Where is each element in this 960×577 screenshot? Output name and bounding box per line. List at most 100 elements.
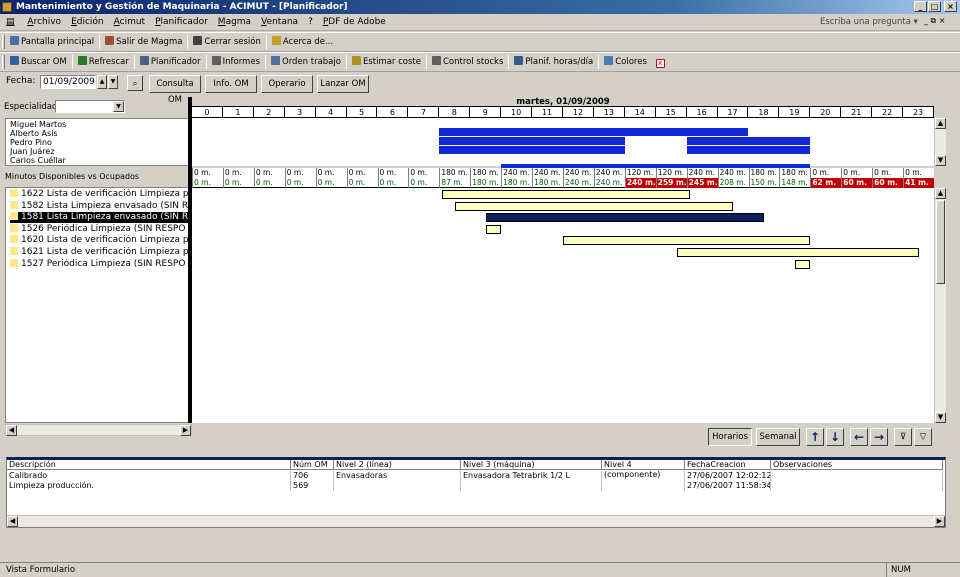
task-bar[interactable]	[485, 224, 502, 234]
task-row[interactable]: 1527 Periódica Limpieza (SIN RESPO	[10, 258, 194, 270]
date-next-button[interactable]: ▼	[108, 75, 118, 89]
task-vscrollbar[interactable]: ▲ ▼	[934, 188, 946, 423]
toolbar-button-calendar[interactable]: Planif. horas/día	[511, 53, 596, 71]
toolbar-button-key[interactable]: Cerrar sesión	[190, 33, 263, 51]
grid-cell[interactable]	[771, 471, 943, 481]
task-row[interactable]: 1581 Lista Limpieza envasado (SIN R	[10, 212, 194, 224]
task-row[interactable]: 1582 Lista Limpieza envasado (SIN R	[10, 200, 194, 212]
scroll-down-icon[interactable]: ▼	[935, 155, 946, 166]
grid-column-header[interactable]: Núm OM	[291, 460, 334, 470]
task-bar[interactable]	[794, 259, 811, 269]
grid-cell[interactable]: 27/06/2007 11:58:34	[685, 481, 771, 491]
grid-cell[interactable]	[602, 481, 685, 491]
filter-icon[interactable]: ▽	[914, 428, 932, 446]
resource-bar[interactable]	[439, 128, 749, 136]
grid-cell[interactable]: Calibrado	[7, 471, 291, 481]
resource-vscrollbar[interactable]: ▲ ▼	[934, 118, 946, 166]
grid-column-header[interactable]: Nivel 2 (línea)	[334, 460, 461, 470]
scroll-left-icon[interactable]: ◀	[7, 516, 18, 527]
grid-cell[interactable]: Envasadora Tetrabrik 1/2 L	[461, 471, 602, 481]
toolbar-grip[interactable]	[2, 35, 5, 49]
mdi-window-controls[interactable]: _ ⧉ ×	[924, 16, 946, 26]
fecha-input[interactable]: 01/09/2009	[40, 75, 96, 89]
task-bar[interactable]	[677, 248, 919, 257]
calendar-search-button[interactable]: ⌕	[127, 75, 143, 91]
menu-item-5[interactable]: Ventana	[256, 14, 303, 31]
close-window-button[interactable]: ×	[944, 1, 957, 12]
scroll-up-icon[interactable]: ▲	[935, 118, 946, 129]
lanzar-om-button[interactable]: Lanzar OM	[317, 75, 369, 93]
grid-cell[interactable]	[602, 471, 685, 481]
grid-column-header[interactable]: FechaCreacion	[685, 460, 771, 470]
arrow-right-icon[interactable]: →	[870, 428, 888, 446]
task-row[interactable]: 1526 Periódica Limpieza (SIN RESPO	[10, 223, 194, 235]
toolbar-button-wrench[interactable]: Control stocks	[429, 53, 506, 71]
chevron-down-icon[interactable]: ▼	[113, 101, 124, 112]
toolbar-button-info[interactable]: Acerca de...	[269, 33, 336, 51]
date-prev-button[interactable]: ▲	[97, 75, 107, 89]
resource-bar[interactable]	[686, 146, 811, 154]
task-bar[interactable]	[454, 201, 734, 211]
scroll-right-icon[interactable]: ▶	[180, 425, 191, 436]
toolbar-button-printer[interactable]: Informes	[209, 53, 263, 71]
scroll-right-icon[interactable]: ▶	[934, 516, 945, 527]
toolbar-button-exit[interactable]: Salir de Magma	[102, 33, 185, 51]
grid-cell[interactable]: Limpieza producción.	[7, 481, 291, 491]
especialidad-select[interactable]: ▼	[55, 100, 125, 113]
grid-column-header[interactable]: Nivel 4 (componente)	[602, 460, 685, 479]
maximize-button[interactable]: □	[928, 1, 941, 12]
toolbar-button-planner[interactable]: Planificador	[137, 53, 204, 71]
task-row[interactable]: 1622 Lista de verificación Limpieza pr	[10, 189, 194, 200]
info-om-button[interactable]: Info. OM	[205, 75, 257, 93]
grid-cell[interactable]: 569	[291, 481, 334, 491]
task-row[interactable]: 1621 Lista de verificación Limpieza pr	[10, 247, 194, 258]
scroll-left-icon[interactable]: ◀	[6, 425, 17, 436]
grid-hscrollbar[interactable]: ◀ ▶	[7, 515, 945, 527]
fecha-spinner[interactable]: ▲ ▼	[97, 75, 119, 89]
scroll-up-icon[interactable]: ▲	[935, 188, 946, 199]
grid-cell[interactable]	[771, 481, 943, 491]
scroll-down-icon[interactable]: ▼	[935, 412, 946, 423]
horarios-button[interactable]: Horarios	[708, 428, 752, 446]
arrow-up-icon[interactable]: ↑	[806, 428, 824, 446]
filter-clear-icon[interactable]: ⊽	[894, 428, 912, 446]
task-bar[interactable]	[563, 236, 811, 246]
grid-cell[interactable]: 27/06/2007 12:02:12	[685, 471, 771, 481]
arrow-down-icon[interactable]: ↓	[826, 428, 844, 446]
scroll-thumb[interactable]	[936, 200, 945, 284]
grid-cell[interactable]	[461, 481, 602, 491]
grid-column-header[interactable]: Observaciones	[771, 460, 943, 470]
resource-bar[interactable]	[439, 137, 625, 145]
menu-item-3[interactable]: Planificador	[150, 14, 213, 31]
menu-item-7[interactable]: PDF de Adobe	[318, 14, 391, 31]
close-red-icon[interactable]: x	[653, 53, 670, 71]
consulta-om-button[interactable]: Consulta OM	[149, 75, 201, 105]
toolbar-button-palette[interactable]: Colores	[601, 53, 650, 71]
toolbar-button-home[interactable]: Pantalla principal	[7, 33, 97, 51]
menu-item-6[interactable]: ?	[303, 14, 318, 31]
semanal-button[interactable]: Semanal	[756, 428, 800, 446]
toolbar-button-refresh[interactable]: Refrescar	[75, 53, 132, 71]
resource-bar[interactable]	[686, 137, 811, 145]
arrow-left-icon[interactable]: ←	[850, 428, 868, 446]
toolbar-button-coin[interactable]: Estimar coste	[349, 53, 424, 71]
grid-cell[interactable]: 706	[291, 471, 334, 481]
toolbar-button-work-order[interactable]: Orden trabajo	[268, 53, 344, 71]
toolbar-button-search[interactable]: Buscar OM	[7, 53, 70, 71]
menu-item-4[interactable]: Magma	[213, 14, 256, 31]
task-bar[interactable]	[485, 213, 764, 223]
document-icon[interactable]: ▤	[0, 14, 20, 31]
task-row[interactable]: 1620 Lista de verificación Limpieza pr	[10, 235, 194, 246]
task-bar[interactable]	[442, 190, 690, 199]
minimize-button[interactable]: _	[914, 1, 927, 12]
grid-column-header[interactable]: Descripción	[7, 460, 291, 470]
grid-cell[interactable]: Envasadoras	[334, 471, 461, 481]
ask-question-box[interactable]: Escriba una pregunta ▾	[820, 16, 920, 29]
grid-cell[interactable]	[334, 481, 461, 491]
menu-item-1[interactable]: Edición	[66, 14, 109, 31]
grid-column-header[interactable]: Nivel 3 (máquina)	[461, 460, 602, 470]
left-hscrollbar[interactable]: ◀ ▶	[5, 424, 192, 436]
operario-button[interactable]: Operario	[261, 75, 313, 93]
resource-bar[interactable]	[439, 146, 625, 154]
toolbar-grip[interactable]	[2, 55, 5, 69]
